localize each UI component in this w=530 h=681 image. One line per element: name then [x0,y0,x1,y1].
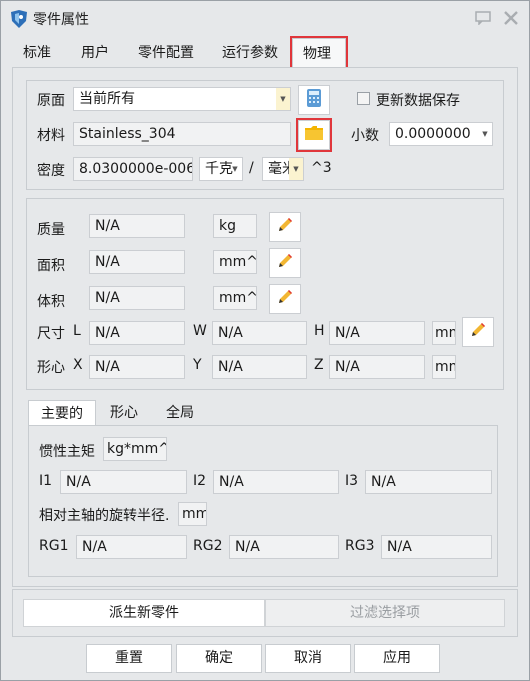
decimals-label: 小数 [351,128,379,144]
ok-button[interactable]: 确定 [176,644,262,673]
edit-size-button[interactable] [462,317,494,347]
length-unit-combo[interactable]: 毫米 ▼ [262,157,304,181]
area-label: 面积 [37,258,65,274]
subtab-global[interactable]: 全局 [154,400,206,426]
inertia-tabs: 主要的 形心 全局 [28,400,498,426]
inertia-group: 惯性主矩 kg*mm^2 I1 N/A I2 N/A I3 N/A 相对主轴的旋… [28,425,498,577]
material-label: 材料 [37,128,65,144]
edit-mass-button[interactable] [269,212,301,242]
subtab-principal[interactable]: 主要的 [28,400,96,426]
chevron-down-icon: ▼ [482,130,488,138]
comment-icon[interactable] [475,11,491,26]
mass-field[interactable]: N/A [89,214,185,238]
reset-button[interactable]: 重置 [86,644,172,673]
slash-label: / [249,160,254,176]
cancel-button[interactable]: 取消 [265,644,351,673]
centroid-y-field[interactable]: N/A [212,355,307,379]
calculate-button[interactable] [298,85,330,115]
material-group: 原面 当前所有 ▼ 更新数据保存 材料 Stainless_304 小数 0.0… [26,80,504,190]
update-data-checkbox[interactable] [357,92,370,105]
pencil-icon [276,288,294,310]
tab-standard[interactable]: 标准 [13,38,61,68]
source-combo[interactable]: 当前所有 ▼ [73,87,291,111]
rg2-label: RG2 [193,538,223,554]
size-label: 尺寸 [37,326,65,342]
close-icon[interactable] [503,11,519,25]
moment-unit[interactable]: kg*mm^2 [103,437,167,461]
radius-label: 相对主轴的旋转半径. [39,508,170,524]
apply-button[interactable]: 应用 [354,644,440,673]
centroid-label: 形心 [37,360,65,376]
filter-selection-button[interactable]: 过滤选择项 [265,599,505,627]
part-properties-dialog: 零件属性 标准 用户 零件配置 运行参数 物理 原面 当前所有 ▼ 更新数据保存… [0,0,530,681]
volume-unit[interactable]: mm^3 [213,286,257,310]
app-shield-icon [9,9,29,29]
area-field[interactable]: N/A [89,250,185,274]
size-h-field[interactable]: N/A [329,321,425,345]
i2-field[interactable]: N/A [213,470,339,494]
material-field[interactable]: Stainless_304 [73,122,291,146]
rg3-label: RG3 [345,538,375,554]
update-data-label: 更新数据保存 [376,93,460,109]
browse-material-button[interactable] [296,118,332,152]
mass-unit[interactable]: kg [213,214,257,238]
mass-properties-group: 质量 N/A kg 面积 N/A mm^2 体积 N/A mm^3 [26,198,504,390]
size-h-label: H [314,323,325,339]
centroid-z-label: Z [314,357,324,373]
source-label: 原面 [37,93,65,109]
size-w-field[interactable]: N/A [212,321,307,345]
density-label: 密度 [37,163,65,179]
subtab-centroid[interactable]: 形心 [98,400,150,426]
density-field[interactable]: 8.0300000e-006 [73,157,193,181]
i3-field[interactable]: N/A [365,470,492,494]
physical-panel: 原面 当前所有 ▼ 更新数据保存 材料 Stainless_304 小数 0.0… [12,67,518,587]
chevron-down-icon: ▼ [289,158,303,180]
size-l-label: L [73,323,81,339]
centroid-unit[interactable]: mm [432,355,456,379]
folder-icon [304,125,324,145]
centroid-y-label: Y [193,357,202,373]
size-w-label: W [193,323,207,339]
centroid-x-field[interactable]: N/A [89,355,185,379]
edit-volume-button[interactable] [269,284,301,314]
edit-area-button[interactable] [269,248,301,278]
source-value: 当前所有 [79,91,135,107]
tab-physical[interactable]: 物理 [290,36,348,70]
calculator-icon [306,88,322,112]
mass-unit-combo[interactable]: 千克 ▼ [199,157,243,181]
area-unit[interactable]: mm^2 [213,250,257,274]
moment-label: 惯性主矩 [39,444,95,460]
i2-label: I2 [193,473,207,489]
window-title: 零件属性 [33,12,89,28]
pencil-icon [469,321,487,343]
title-bar: 零件属性 [1,1,529,35]
mass-label: 质量 [37,222,65,238]
rg3-field[interactable]: N/A [381,535,492,559]
pencil-icon [276,216,294,238]
chevron-down-icon: ▼ [276,88,290,110]
volume-field[interactable]: N/A [89,286,185,310]
i1-label: I1 [39,473,53,489]
tab-run-params[interactable]: 运行参数 [212,38,288,68]
rg2-field[interactable]: N/A [229,535,339,559]
power-suffix: ^3 [311,160,332,176]
action-group: 派生新零件 过滤选择项 [12,589,518,637]
derive-new-part-button[interactable]: 派生新零件 [23,599,265,627]
centroid-x-label: X [73,357,83,373]
size-l-field[interactable]: N/A [89,321,185,345]
pencil-icon [276,252,294,274]
tab-part-config[interactable]: 零件配置 [128,38,204,68]
i3-label: I3 [345,473,359,489]
decimals-value: 0.0000000 [395,126,471,142]
tab-user[interactable]: 用户 [71,38,119,68]
volume-label: 体积 [37,294,65,310]
decimals-combo[interactable]: 0.0000000 ▼ [389,122,493,146]
radius-unit[interactable]: mm [178,502,207,526]
i1-field[interactable]: N/A [60,470,187,494]
centroid-z-field[interactable]: N/A [329,355,425,379]
rg1-field[interactable]: N/A [76,535,187,559]
rg1-label: RG1 [39,538,69,554]
size-unit[interactable]: mm [432,321,456,345]
chevron-down-icon: ▼ [232,165,238,173]
